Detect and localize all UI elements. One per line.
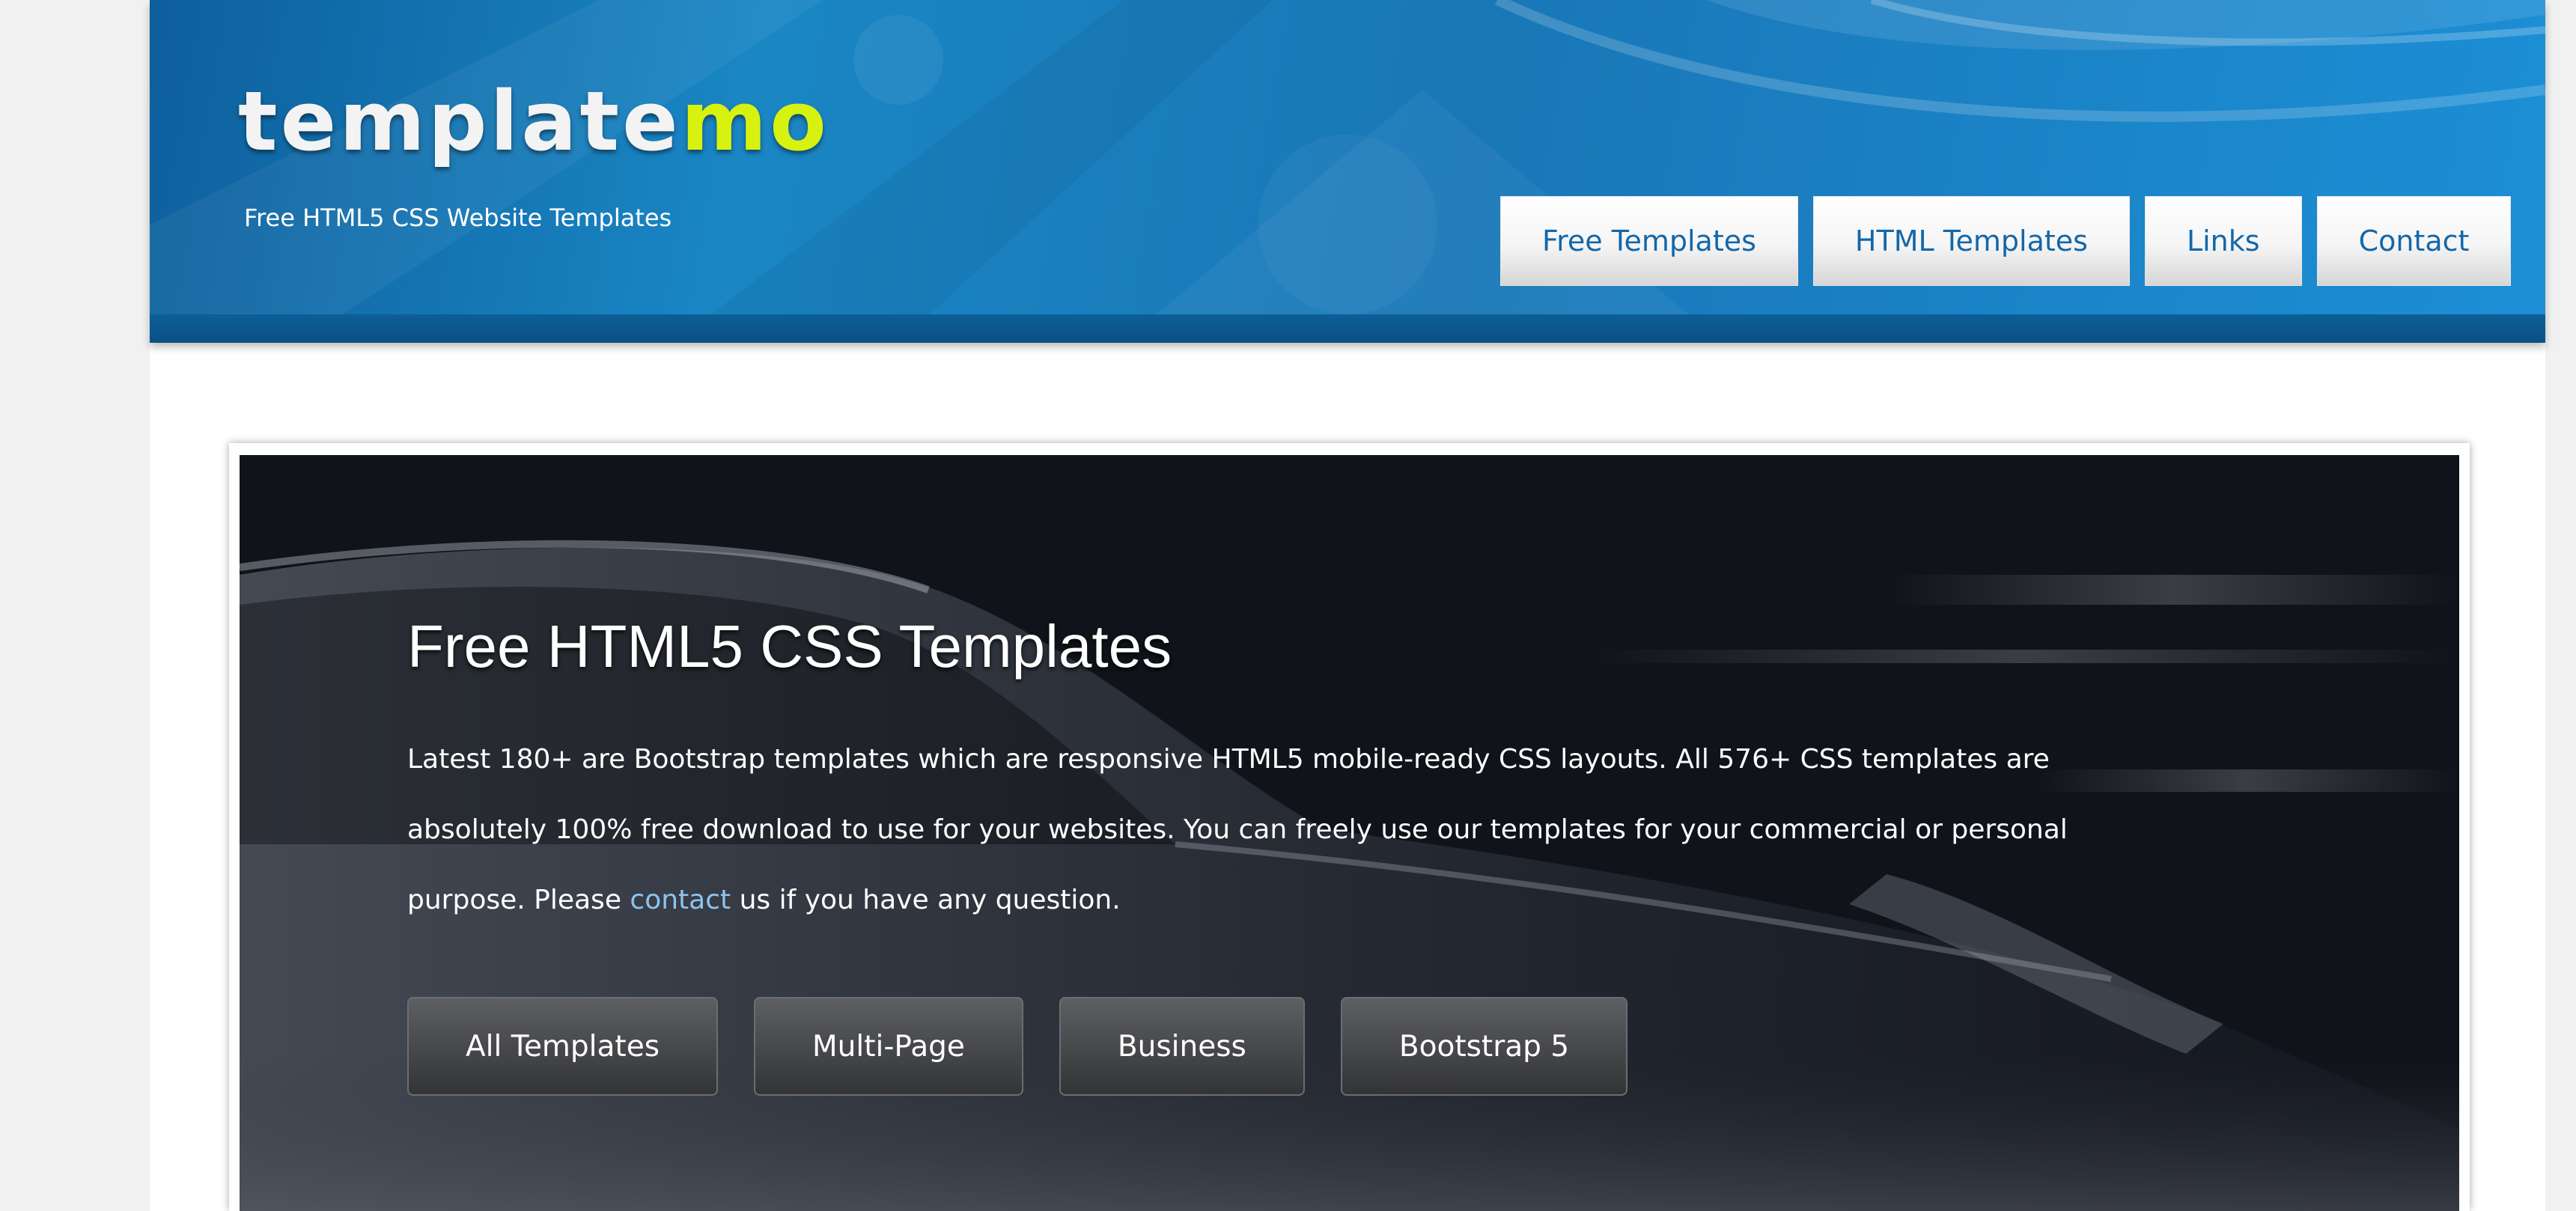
- all-templates-button[interactable]: All Templates: [407, 997, 719, 1096]
- nav-free-templates[interactable]: Free Templates: [1500, 196, 1798, 286]
- contact-link[interactable]: contact: [630, 885, 731, 915]
- main-nav: Free Templates HTML Templates Links Cont…: [1500, 196, 2512, 286]
- logo-main-text: template: [238, 73, 681, 169]
- hero-title: Free HTML5 CSS Templates: [407, 613, 1172, 680]
- multi-page-button[interactable]: Multi-Page: [754, 997, 1023, 1096]
- business-button[interactable]: Business: [1059, 997, 1305, 1096]
- site-header: templatemo Free HTML5 CSS Website Templa…: [150, 0, 2545, 343]
- hero-frame: Free HTML5 CSS Templates Latest 180+ are…: [229, 443, 2470, 1211]
- hero-banner: Free HTML5 CSS Templates Latest 180+ are…: [240, 455, 2459, 1211]
- hero-description: Latest 180+ are Bootstrap templates whic…: [407, 725, 2084, 936]
- site-tagline: Free HTML5 CSS Website Templates: [244, 204, 672, 232]
- nav-links[interactable]: Links: [2144, 196, 2302, 286]
- hero-button-group: All Templates Multi-Page Business Bootst…: [407, 997, 1628, 1096]
- nav-contact[interactable]: Contact: [2316, 196, 2512, 286]
- bootstrap-5-button[interactable]: Bootstrap 5: [1340, 997, 1628, 1096]
- nav-html-templates[interactable]: HTML Templates: [1812, 196, 2130, 286]
- page: templatemo Free HTML5 CSS Website Templa…: [150, 0, 2545, 1211]
- logo-accent-text: mo: [680, 73, 829, 169]
- hero-text-part2: us if you have any question.: [731, 885, 1121, 915]
- header-bottom-band: [150, 314, 2545, 343]
- templatemo-logo[interactable]: templatemo: [238, 69, 829, 174]
